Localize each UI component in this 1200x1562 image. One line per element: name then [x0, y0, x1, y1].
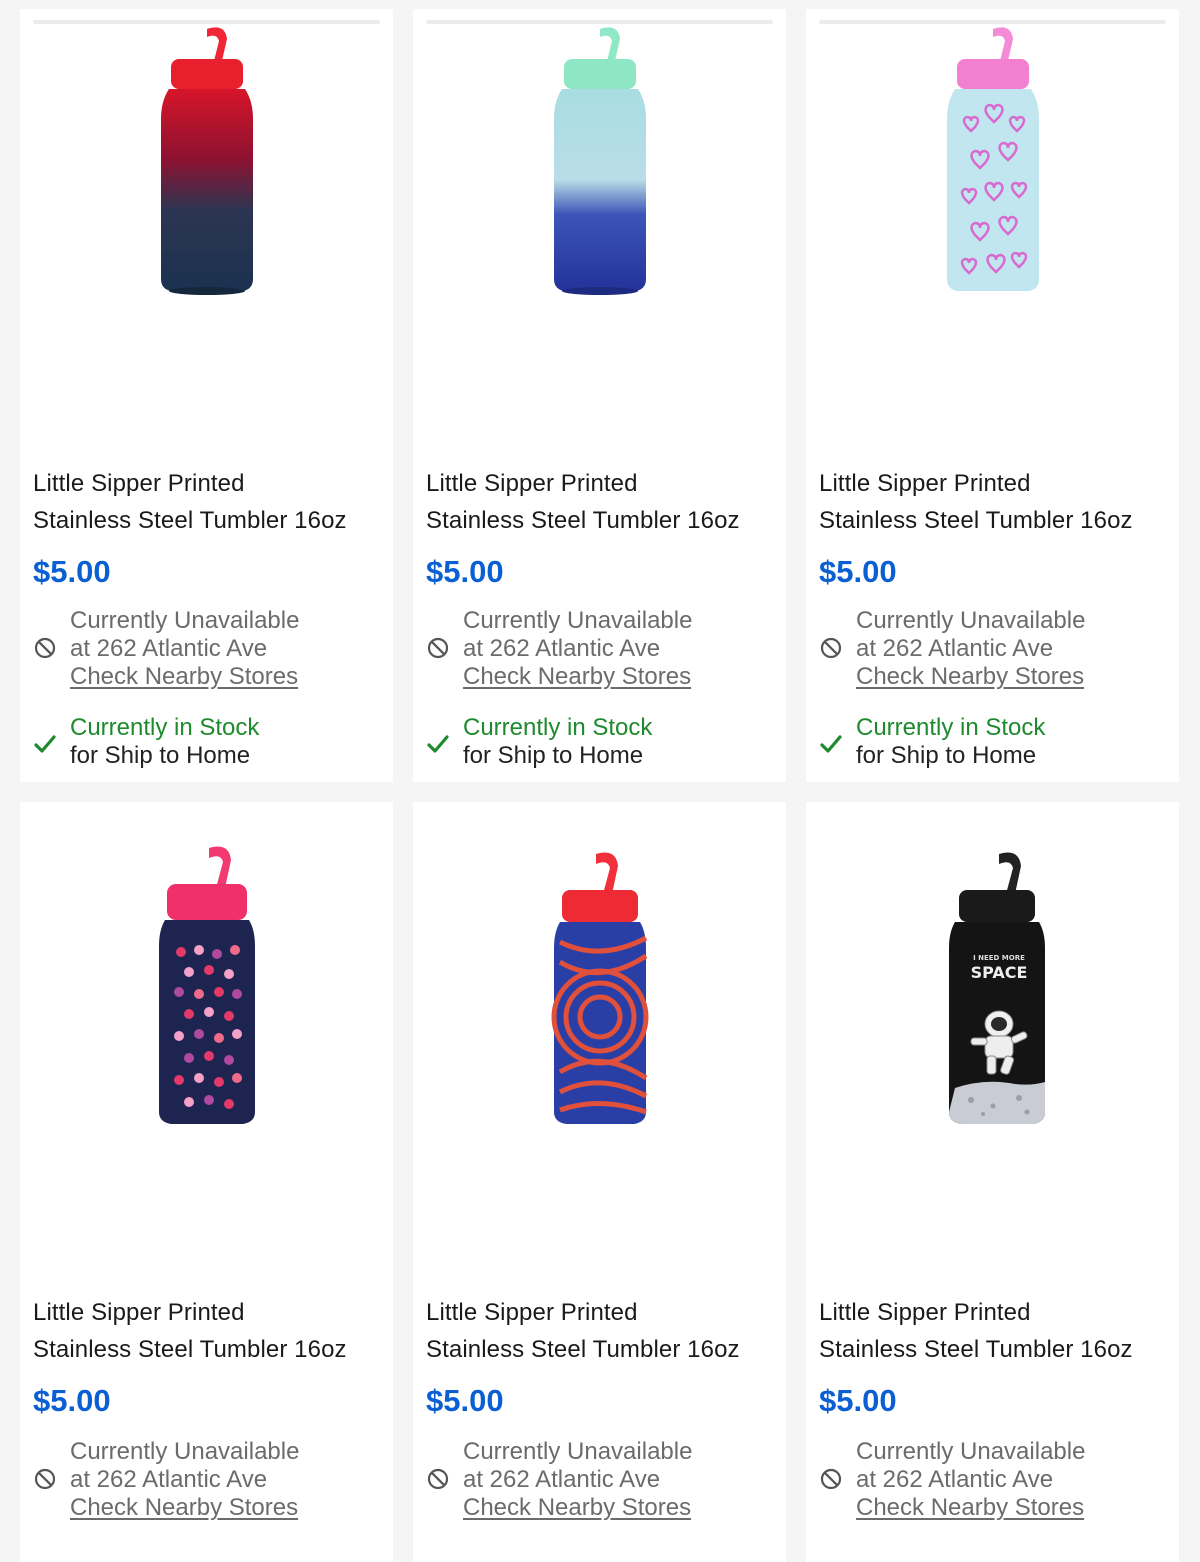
check-icon	[427, 735, 449, 753]
ship-method: for Ship to Home	[463, 742, 644, 769]
product-image[interactable]	[20, 23, 393, 313]
store-availability: Currently Unavailable at 262 Atlantic Av…	[819, 607, 1171, 691]
product-card[interactable]: Little Sipper Printed Stainless Steel Tu…	[413, 802, 786, 1562]
check-nearby-stores-link[interactable]: Check Nearby Stores	[856, 1494, 1171, 1522]
store-availability: Currently Unavailable at 262 Atlantic Av…	[33, 1438, 385, 1522]
ship-status: Currently in Stock	[70, 714, 260, 741]
store-availability: Currently Unavailable at 262 Atlantic Av…	[426, 1438, 778, 1522]
store-location: at 262 Atlantic Ave	[70, 635, 268, 662]
bottle-text-small: I NEED MORE	[973, 954, 1025, 962]
store-location: at 262 Atlantic Ave	[463, 1466, 661, 1493]
store-status: Currently Unavailable	[70, 1438, 300, 1465]
unavailable-icon	[34, 1468, 56, 1490]
product-price: $5.00	[426, 554, 504, 589]
check-nearby-stores-link[interactable]: Check Nearby Stores	[856, 663, 1171, 691]
store-status: Currently Unavailable	[463, 607, 693, 634]
ship-status: Currently in Stock	[463, 714, 653, 741]
ship-availability: Currently in Stock for Ship to Home	[819, 714, 1171, 770]
ship-method: for Ship to Home	[856, 742, 1037, 769]
product-card[interactable]: Little Sipper Printed Stainless Steel Tu…	[413, 9, 786, 782]
unavailable-icon	[820, 1468, 842, 1490]
check-nearby-stores-link[interactable]: Check Nearby Stores	[463, 663, 778, 691]
ship-availability: Currently in Stock for Ship to Home	[33, 714, 385, 770]
title-line[interactable]: Stainless Steel Tumbler 16oz	[819, 502, 1171, 539]
unavailable-icon	[820, 637, 842, 659]
store-location: at 262 Atlantic Ave	[70, 1466, 268, 1493]
product-card[interactable]: Little Sipper Printed Stainless Steel Tu…	[20, 9, 393, 782]
title-line[interactable]: Little Sipper Printed	[33, 1294, 385, 1331]
title-line[interactable]: Little Sipper Printed	[426, 465, 778, 502]
product-card[interactable]: Little Sipper Printed Stainless Steel Tu…	[20, 802, 393, 1562]
product-image[interactable]	[20, 842, 393, 1132]
check-nearby-stores-link[interactable]: Check Nearby Stores	[70, 663, 385, 691]
ship-availability: Currently in Stock for Ship to Home	[426, 714, 778, 770]
check-nearby-stores-link[interactable]: Check Nearby Stores	[463, 1494, 778, 1522]
store-status: Currently Unavailable	[70, 607, 300, 634]
unavailable-icon	[427, 637, 449, 659]
check-nearby-stores-link[interactable]: Check Nearby Stores	[70, 1494, 385, 1522]
title-line[interactable]: Little Sipper Printed	[33, 465, 385, 502]
title-line[interactable]: Stainless Steel Tumbler 16oz	[33, 1331, 385, 1368]
product-title[interactable]: Little Sipper Printed Stainless Steel Tu…	[426, 465, 778, 539]
title-line[interactable]: Stainless Steel Tumbler 16oz	[426, 502, 778, 539]
store-status: Currently Unavailable	[856, 1438, 1086, 1465]
store-availability: Currently Unavailable at 262 Atlantic Av…	[819, 1438, 1171, 1522]
title-line[interactable]: Stainless Steel Tumbler 16oz	[33, 502, 385, 539]
product-price: $5.00	[426, 1383, 504, 1418]
store-location: at 262 Atlantic Ave	[856, 635, 1054, 662]
title-line[interactable]: Little Sipper Printed	[426, 1294, 778, 1331]
ship-method: for Ship to Home	[70, 742, 251, 769]
title-line[interactable]: Little Sipper Printed	[819, 1294, 1171, 1331]
product-image[interactable]	[413, 842, 786, 1132]
product-title[interactable]: Little Sipper Printed Stainless Steel Tu…	[426, 1294, 778, 1368]
title-line[interactable]: Stainless Steel Tumbler 16oz	[426, 1331, 778, 1368]
store-status: Currently Unavailable	[463, 1438, 693, 1465]
product-title[interactable]: Little Sipper Printed Stainless Steel Tu…	[819, 1294, 1171, 1368]
product-grid: Little Sipper Printed Stainless Steel Tu…	[0, 0, 1200, 1562]
title-line[interactable]: Stainless Steel Tumbler 16oz	[819, 1331, 1171, 1368]
product-image[interactable]	[806, 23, 1179, 313]
ship-status: Currently in Stock	[856, 714, 1046, 741]
store-availability: Currently Unavailable at 262 Atlantic Av…	[426, 607, 778, 691]
unavailable-icon	[427, 1468, 449, 1490]
product-image[interactable]: I NEED MORE SPACE	[806, 842, 1179, 1132]
store-availability: Currently Unavailable at 262 Atlantic Av…	[33, 607, 385, 691]
bottle-text-large: SPACE	[970, 963, 1027, 982]
product-price: $5.00	[819, 1383, 897, 1418]
check-icon	[34, 735, 56, 753]
product-title[interactable]: Little Sipper Printed Stainless Steel Tu…	[33, 465, 385, 539]
product-card[interactable]: Little Sipper Printed Stainless Steel Tu…	[806, 9, 1179, 782]
store-status: Currently Unavailable	[856, 607, 1086, 634]
store-location: at 262 Atlantic Ave	[463, 635, 661, 662]
product-price: $5.00	[819, 554, 897, 589]
product-title[interactable]: Little Sipper Printed Stainless Steel Tu…	[819, 465, 1171, 539]
title-line[interactable]: Little Sipper Printed	[819, 465, 1171, 502]
store-location: at 262 Atlantic Ave	[856, 1466, 1054, 1493]
product-card[interactable]: I NEED MORE SPACE Little Sipper Printed …	[806, 802, 1179, 1562]
product-image[interactable]	[413, 23, 786, 313]
product-price: $5.00	[33, 554, 111, 589]
product-price: $5.00	[33, 1383, 111, 1418]
unavailable-icon	[34, 637, 56, 659]
check-icon	[820, 735, 842, 753]
product-title[interactable]: Little Sipper Printed Stainless Steel Tu…	[33, 1294, 385, 1368]
